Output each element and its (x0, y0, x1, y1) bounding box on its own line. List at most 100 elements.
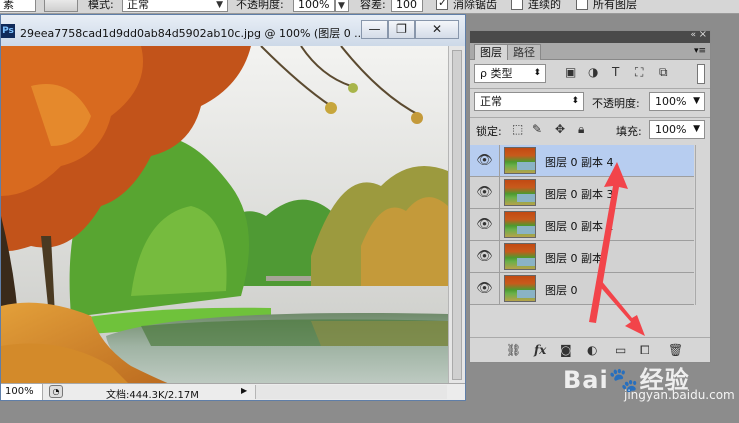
divider (470, 88, 710, 89)
eye-visibility-icon[interactable]: 👁︎ (470, 177, 500, 208)
fill-input[interactable]: 100% ▼ (649, 120, 705, 139)
layer-thumbnail (504, 275, 536, 302)
document-title: 29eea7758cad1d9dd0ab84d5902ab10c.jpg @ 1… (20, 27, 365, 40)
restore-icon: ❐ (396, 22, 407, 36)
eye-visibility-icon[interactable]: 👁︎ (470, 273, 500, 304)
layer-name: 图层 0 副本 (545, 252, 603, 265)
new-layer-icon[interactable]: ⧠ (640, 343, 650, 358)
document-info: 文档:444.3K/2.17M (106, 390, 199, 401)
group-folder-icon[interactable]: ▭ (615, 343, 626, 357)
lock-transparent-icon[interactable]: ⬚ (512, 122, 523, 136)
swatch-button[interactable] (44, 0, 78, 12)
link-icon[interactable]: ⛓︎ (506, 343, 521, 357)
mode-select[interactable]: 正常 ▼ (122, 0, 228, 12)
status-info-icon[interactable]: ◔ (49, 385, 63, 398)
opacity-label: 不透明度: (592, 97, 640, 110)
collapse-panel-icon[interactable]: « (690, 30, 696, 40)
layer-row[interactable]: 👁︎ 图层 0 副本 4 (470, 145, 694, 177)
panel-close-icon[interactable]: × (699, 29, 707, 40)
filter-kind-value: ρ 类型 (480, 67, 513, 80)
mode-value: 正常 (127, 0, 149, 11)
eye-visibility-icon[interactable]: 👁︎ (470, 209, 500, 240)
document-title-bar[interactable]: Ps 29eea7758cad1d9dd0ab84d5902ab10c.jpg … (1, 15, 465, 46)
tolerance-label: 容差: (360, 0, 386, 11)
chevron-down-icon: ▼ (693, 96, 700, 106)
contiguous-checkbox[interactable] (511, 0, 523, 10)
opacity-dropdown-button[interactable]: ▼ (335, 0, 349, 12)
adjustment-filter-icon[interactable]: ◑ (588, 65, 598, 79)
layer-row[interactable]: 👁︎ 图层 0 副本 2 (470, 209, 694, 241)
photoshop-app-icon: Ps (1, 24, 15, 38)
layers-panel-footer: ⛓︎ fx ◙ ◐ ▭ ⧠ 🗑︎ (470, 337, 710, 362)
blend-mode-select[interactable]: 正常 ⬍ (474, 92, 584, 111)
lock-position-move-icon[interactable]: ✥ (555, 122, 565, 136)
eye-visibility-icon[interactable]: 👁︎ (470, 145, 500, 176)
smart-object-filter-icon[interactable]: ⧉ (659, 65, 668, 80)
contiguous-label: 连续的 (528, 0, 561, 11)
chevron-updown-icon: ⬍ (533, 68, 541, 78)
status-menu-arrow-icon[interactable]: ▶ (241, 386, 247, 395)
layer-opacity-input[interactable]: 100% ▼ (649, 92, 705, 111)
close-button[interactable]: ✕ (415, 20, 459, 39)
lock-label: 锁定: (476, 125, 502, 138)
pixel-filter-icon[interactable]: ▣ (565, 65, 576, 79)
fx-icon[interactable]: fx (534, 343, 546, 357)
opacity-value: 100% (298, 0, 330, 11)
options-bar: 素 模式: 正常 ▼ 不透明度: 100% ▼ 容差: 100 消除锯齿 连续的… (0, 0, 739, 14)
image-canvas[interactable] (1, 46, 448, 396)
eye-visibility-icon[interactable]: 👁︎ (470, 241, 500, 272)
layer-filter-row: ρ 类型 ⬍ ▣ ◑ T ⛶ ⧉ (470, 62, 710, 88)
scrollbar-thumb[interactable] (452, 50, 462, 380)
trash-icon[interactable]: 🗑︎ (668, 343, 683, 357)
layer-name: 图层 0 副本 2 (545, 220, 614, 233)
type-filter-icon[interactable]: T (612, 65, 619, 79)
divider (470, 117, 710, 118)
tab-paths[interactable]: 路径 (507, 44, 541, 60)
mask-icon[interactable]: ◙ (560, 343, 572, 357)
lock-all-padlock-icon[interactable]: 🔒︎ (578, 122, 584, 137)
tolerance-value: 100 (396, 0, 417, 11)
anti-alias-checkbox[interactable] (436, 0, 448, 10)
minimize-button[interactable]: — (361, 20, 388, 39)
minimize-icon: — (368, 22, 381, 36)
document-status-bar: 100% ◔ 文档:444.3K/2.17M ▶ (1, 383, 465, 401)
restore-button[interactable]: ❐ (388, 20, 415, 39)
watermark-url: jingyan.baidu.com (624, 388, 735, 402)
mode-label: 模式: (88, 0, 114, 11)
zoom-input[interactable]: 100% (1, 384, 43, 400)
layer-name: 图层 0 (545, 284, 578, 297)
lake-autumn-photo (1, 46, 448, 396)
layer-thumbnail (504, 179, 536, 206)
filter-kind-select[interactable]: ρ 类型 ⬍ (474, 64, 546, 83)
opacity-label: 不透明度: (236, 0, 284, 11)
vertical-scrollbar[interactable] (448, 46, 465, 396)
layer-row[interactable]: 👁︎ 图层 0 (470, 273, 694, 305)
tool-preset-value: 素 (3, 0, 14, 11)
layer-list-scrollbar[interactable] (695, 145, 710, 305)
layer-row[interactable]: 👁︎ 图层 0 副本 3 (470, 177, 694, 209)
chevron-down-icon: ▼ (216, 0, 223, 10)
fill-label: 填充: (616, 125, 642, 138)
shape-filter-icon[interactable]: ⛶ (635, 65, 643, 80)
tab-layers[interactable]: 图层 (474, 44, 508, 60)
layer-thumbnail (504, 147, 536, 174)
tool-preset-field[interactable]: 素 (0, 0, 36, 12)
all-layers-checkbox[interactable] (576, 0, 588, 10)
panel-tabs: 图层 路径 ▾≡ (470, 43, 710, 60)
blend-mode-value: 正常 (480, 95, 502, 108)
panel-menu-icon[interactable]: ▾≡ (694, 46, 706, 56)
lock-image-brush-icon[interactable]: ✎ (532, 122, 542, 136)
chevron-updown-icon: ⬍ (571, 96, 579, 106)
chevron-down-icon: ▼ (693, 124, 700, 134)
all-layers-label: 所有图层 (593, 0, 637, 11)
horizontal-scrollbar[interactable] (255, 385, 447, 399)
tolerance-input[interactable]: 100 (391, 0, 423, 12)
adjustment-icon[interactable]: ◐ (587, 343, 597, 357)
panel-header-strip[interactable]: « × (470, 29, 710, 43)
filter-toggle-switch[interactable] (697, 64, 705, 84)
layer-list: 👁︎ 图层 0 副本 4 👁︎ 图层 0 副本 3 👁︎ 图层 0 副本 2 👁… (470, 145, 710, 305)
layer-row[interactable]: 👁︎ 图层 0 副本 (470, 241, 694, 273)
opacity-input[interactable]: 100% (293, 0, 335, 12)
layer-name: 图层 0 副本 3 (545, 188, 614, 201)
chevron-down-icon: ▼ (338, 1, 345, 11)
